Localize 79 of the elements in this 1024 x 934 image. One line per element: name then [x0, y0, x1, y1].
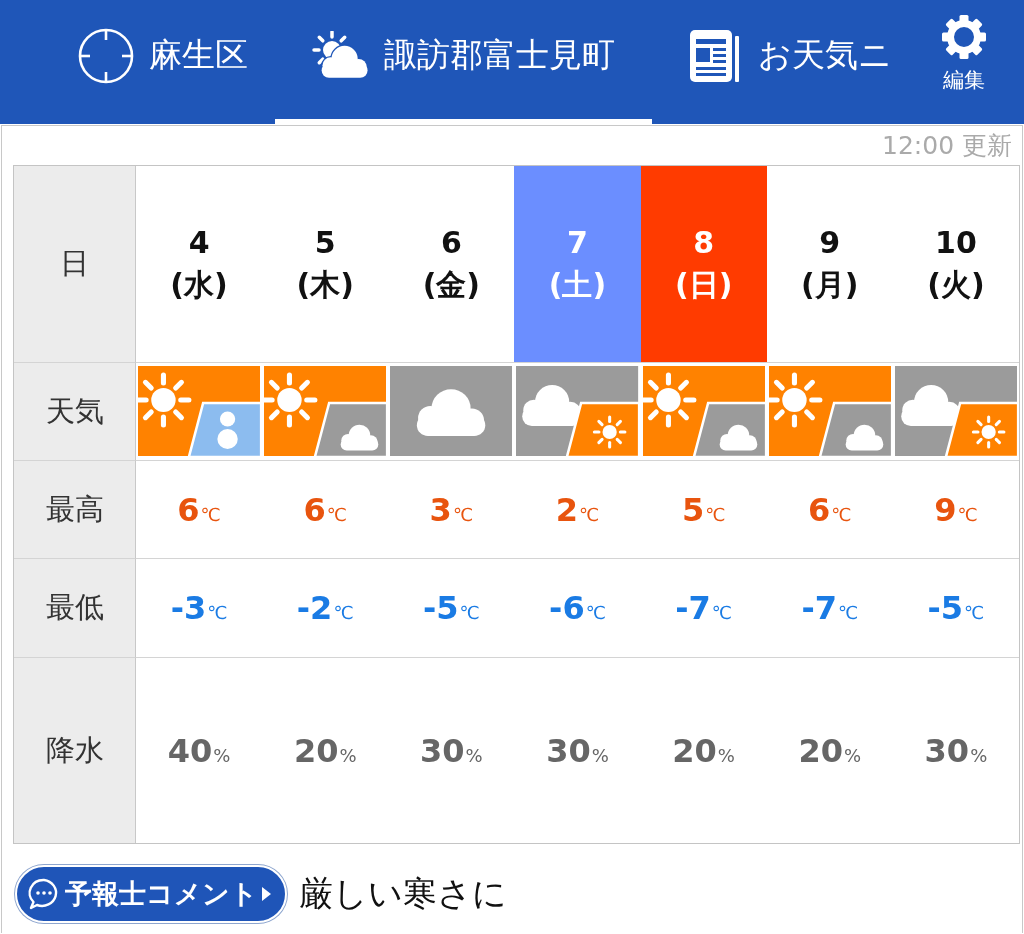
- high-temperature: 6: [303, 490, 326, 529]
- date-number: 5: [314, 225, 336, 261]
- temperature-unit: ℃: [200, 503, 221, 525]
- weekday-label: (日): [674, 267, 733, 303]
- date-number: 4: [188, 225, 210, 261]
- date-number: 7: [567, 225, 588, 261]
- cloud-sun-icon: [516, 366, 639, 456]
- high-temperature: 6: [177, 490, 200, 529]
- temperature-unit: ℃: [957, 503, 978, 525]
- high-temperature: 9: [934, 490, 957, 529]
- percent-unit: %: [591, 744, 609, 766]
- sun-cloud-icon: [642, 366, 765, 456]
- precipitation-value: 20: [798, 731, 843, 770]
- temperature-unit: ℃: [831, 503, 852, 525]
- temperature-unit: ℃: [964, 602, 985, 623]
- weekday-label: (金): [422, 267, 481, 303]
- cloud-sun-icon: [894, 366, 1017, 456]
- high-temperature: 5: [681, 490, 705, 529]
- precipitation-value: 30: [924, 731, 970, 770]
- temperature-unit: ℃: [711, 602, 732, 623]
- temperature-unit: ℃: [452, 503, 474, 525]
- temperature-unit: ℃: [326, 503, 347, 525]
- temperature-unit: ℃: [705, 503, 726, 525]
- temperature-unit: ℃: [579, 503, 600, 525]
- precipitation-value: 20: [293, 731, 339, 770]
- sun-cloud-icon: [264, 366, 387, 456]
- temperature-unit: ℃: [459, 602, 480, 623]
- high-temperature: 2: [555, 490, 578, 529]
- location-tab[interactable]: 麻生区: [50, 0, 275, 124]
- date-number: 8: [693, 225, 715, 261]
- low-temperature: -6: [549, 589, 585, 627]
- row-header: 天気: [14, 363, 136, 461]
- low-temperature: -2: [296, 589, 333, 627]
- percent-unit: %: [970, 744, 988, 766]
- sun-snowman-icon: [138, 366, 261, 456]
- weekday-label: (月): [801, 267, 859, 303]
- sun-cloud-icon: [768, 366, 891, 456]
- triangle-icon: [262, 887, 271, 901]
- percent-unit: %: [465, 744, 483, 766]
- temperature-unit: ℃: [333, 602, 354, 623]
- cloud-icon: [390, 366, 513, 456]
- row-header: 最低: [14, 559, 136, 658]
- low-temperature: -7: [801, 589, 837, 627]
- precipitation-value: 30: [420, 731, 465, 770]
- weekday-label: (火): [927, 267, 985, 303]
- temperature-unit: ℃: [837, 602, 859, 623]
- row-header: 最高: [14, 461, 136, 559]
- comment-text: 厳しい寒さに: [299, 872, 507, 915]
- precipitation-value: 40: [167, 731, 213, 770]
- gear-icon: [941, 14, 987, 60]
- date-number: 10: [935, 225, 977, 261]
- date-number: 9: [819, 225, 841, 261]
- sun-cloud-icon: [312, 30, 370, 81]
- low-temperature: -5: [927, 589, 964, 627]
- date-number: 6: [440, 225, 462, 261]
- percent-unit: %: [213, 744, 231, 766]
- high-temperature: 6: [808, 490, 831, 529]
- high-temperature: 3: [429, 490, 452, 529]
- row-header: 日: [14, 166, 136, 363]
- weekday-label: (水): [170, 267, 228, 303]
- forecaster-comment-button[interactable]: 予報士コメント: [15, 865, 287, 923]
- update-time: 12:00 更新: [881, 130, 1013, 162]
- low-temperature: -5: [422, 589, 459, 627]
- edit-button[interactable]: 編集: [937, 0, 991, 118]
- weekday-label: (土): [548, 267, 607, 303]
- percent-unit: %: [717, 744, 735, 766]
- crosshair-icon: [77, 26, 135, 85]
- weekday-label: (木): [296, 267, 354, 303]
- low-temperature: -3: [170, 589, 207, 627]
- low-temperature: -7: [675, 589, 711, 627]
- precipitation-value: 30: [546, 731, 591, 770]
- location-tab[interactable]: お天気ニ: [652, 0, 927, 124]
- percent-unit: %: [844, 744, 862, 766]
- precipitation-value: 20: [672, 731, 717, 770]
- row-header: 降水: [14, 658, 136, 843]
- percent-unit: %: [339, 744, 357, 766]
- temperature-unit: ℃: [207, 602, 228, 623]
- temperature-unit: ℃: [585, 602, 606, 623]
- location-tab[interactable]: 諏訪郡富士見町: [275, 0, 652, 124]
